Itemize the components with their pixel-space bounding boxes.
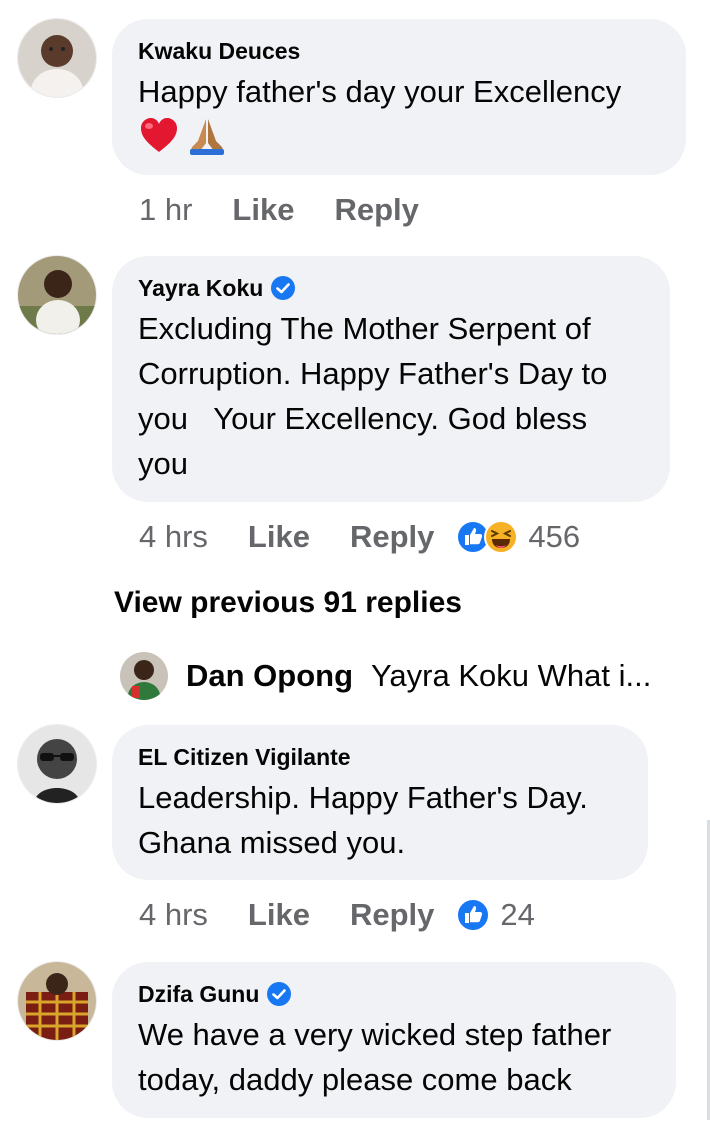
comment-text: Leadership. Happy Father's Day. Ghana mi… (138, 780, 588, 860)
comment-time[interactable]: 4 hrs (139, 897, 208, 933)
verified-badge-icon (267, 982, 292, 1006)
like-reaction-icon (456, 898, 491, 932)
like-button[interactable]: Like (248, 519, 310, 555)
comment-time[interactable]: 4 hrs (139, 519, 208, 555)
avatar[interactable] (18, 962, 96, 1040)
reply-button[interactable]: Reply (334, 192, 418, 228)
comment-bubble: EL Citizen Vigilante Leadership. Happy F… (112, 725, 648, 880)
comment-author[interactable]: EL Citizen Vigilante (138, 743, 622, 771)
comment-meta: 4 hrs Like Reply 24 (139, 895, 535, 935)
reply-button[interactable]: Reply (350, 519, 434, 555)
like-button[interactable]: Like (232, 192, 294, 228)
reaction-summary[interactable]: 24 (456, 897, 535, 933)
red-heart-icon (138, 115, 180, 157)
like-button[interactable]: Like (248, 897, 310, 933)
haha-reaction-icon (484, 520, 519, 554)
reply-author[interactable]: Dan Opong (186, 658, 353, 694)
avatar[interactable] (18, 725, 96, 803)
comment-bubble: Kwaku Deuces Happy father's day your Exc… (112, 19, 686, 175)
comment-time[interactable]: 1 hr (139, 192, 192, 228)
comment-meta: 4 hrs Like Reply 456 (139, 517, 580, 557)
reply-text: Yayra Koku What i... (371, 658, 652, 693)
reaction-summary[interactable]: 456 (456, 519, 580, 555)
view-previous-replies-link[interactable]: View previous 91 replies (114, 586, 462, 620)
folded-hands-icon (186, 115, 228, 157)
avatar[interactable] (18, 256, 96, 334)
verified-badge-icon (271, 276, 296, 300)
comment-bubble: Yayra Koku Excluding The Mother Serpent … (112, 256, 670, 502)
comment-text: We have a very wicked step father today,… (138, 1017, 612, 1097)
comment-author[interactable]: Dzifa Gunu (138, 980, 650, 1008)
reply-button[interactable]: Reply (350, 897, 434, 933)
reply-preview[interactable]: Dan Opong Yayra Koku What i... (120, 652, 651, 700)
avatar[interactable] (120, 652, 168, 700)
comment-meta: 1 hr Like Reply (139, 190, 419, 230)
reaction-count: 456 (528, 519, 581, 554)
comment-text: Happy father's day your Excellency (138, 74, 622, 109)
comment-text: Excluding The Mother Serpent of Corrupti… (138, 311, 617, 481)
avatar[interactable] (18, 19, 96, 97)
comment-bubble: Dzifa Gunu We have a very wicked step fa… (112, 962, 676, 1118)
comment-emojis (138, 114, 660, 158)
comment-author[interactable]: Kwaku Deuces (138, 37, 660, 65)
comment-author[interactable]: Yayra Koku (138, 274, 644, 302)
reaction-count: 24 (500, 897, 535, 932)
